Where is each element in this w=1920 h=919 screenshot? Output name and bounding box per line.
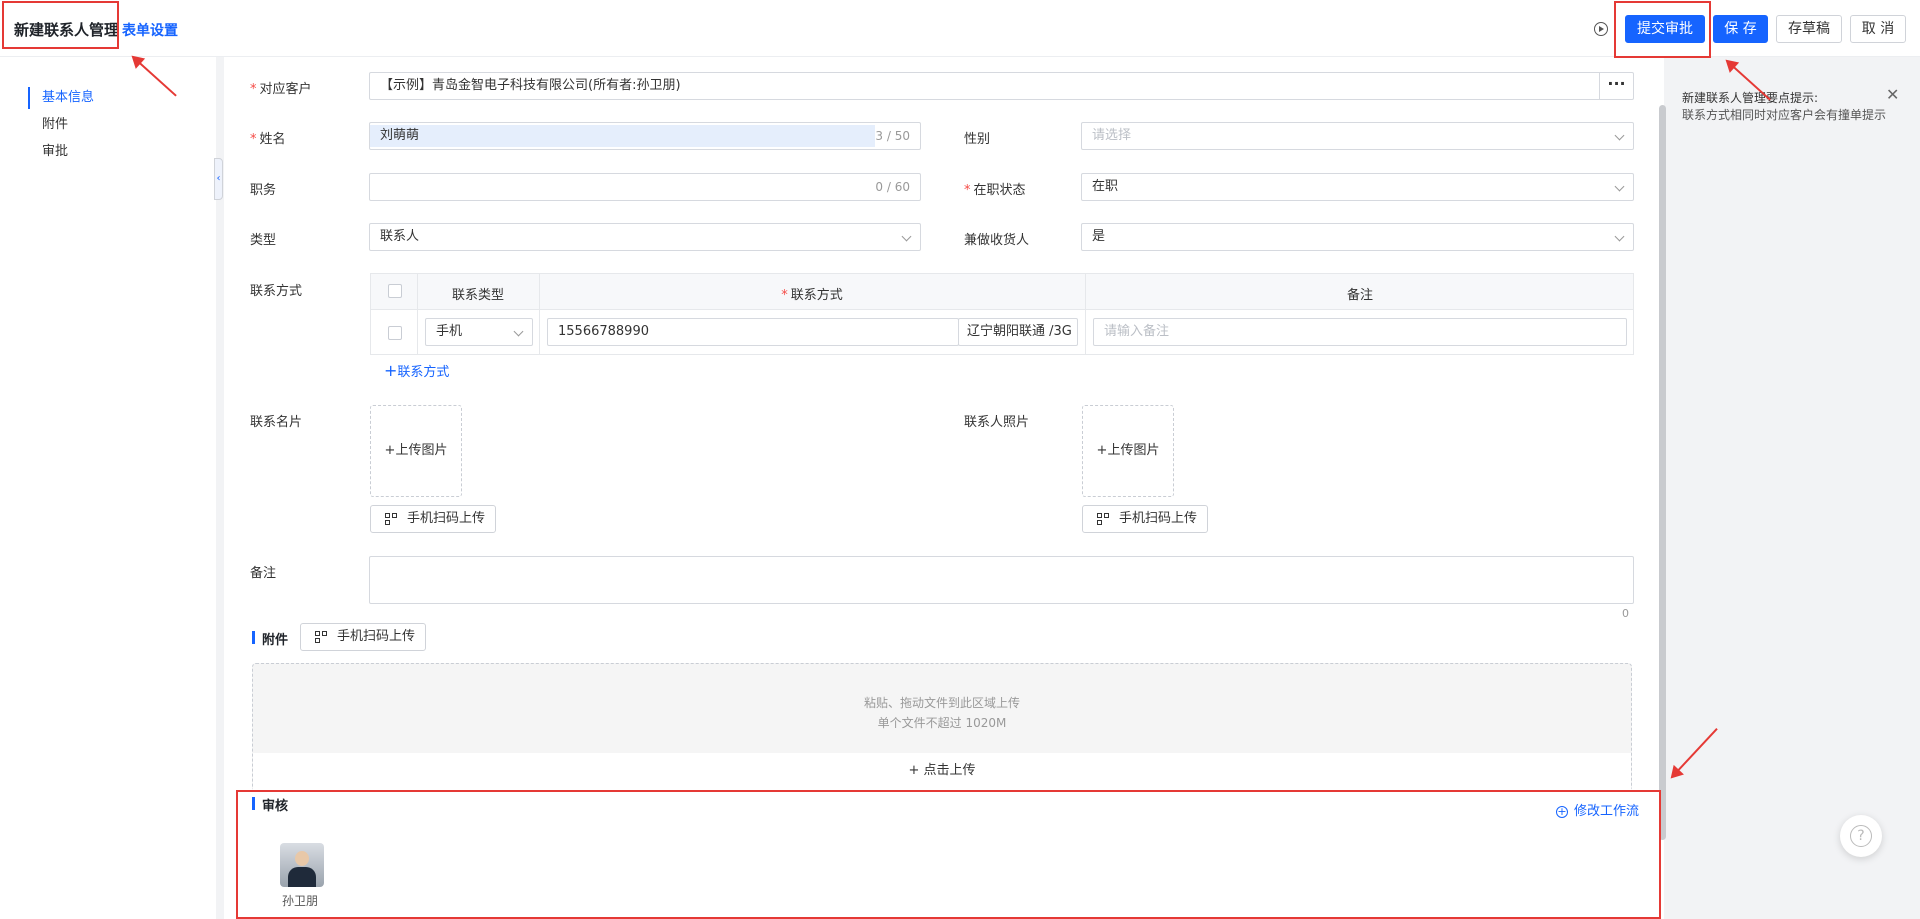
close-icon[interactable]: ✕ xyxy=(1886,85,1899,104)
drop-hint: 粘贴、拖动文件到此区域上传 xyxy=(863,696,1020,710)
select-all-checkbox[interactable] xyxy=(388,284,402,298)
contact-table: 联系类型 * 联系方式 备注 手机 15566788990 辽宁朝阳联通 /3G … xyxy=(370,273,1634,355)
more-icon[interactable]: ··· xyxy=(1599,73,1633,99)
table-header: 联系类型 * 联系方式 备注 xyxy=(371,274,1633,310)
business-card-upload[interactable]: +上传图片 xyxy=(370,405,462,497)
nav-item-approval[interactable]: 审批 xyxy=(28,141,68,163)
annotation-box-submit xyxy=(1614,1,1711,58)
help-button[interactable]: ? xyxy=(1840,815,1882,857)
file-drop-zone[interactable]: 粘贴、拖动文件到此区域上传 单个文件不超过 1020M + 点击上传 xyxy=(252,663,1632,791)
name-input[interactable]: 刘萌萌 3 / 50 xyxy=(369,122,921,150)
position-input[interactable]: 0 / 60 xyxy=(369,173,921,201)
employment-select[interactable]: 在职 xyxy=(1081,173,1634,201)
chevron-down-icon xyxy=(901,231,912,242)
contact-type-select[interactable]: 手机 xyxy=(425,318,533,346)
play-icon[interactable] xyxy=(1594,22,1608,36)
drop-limit: 单个文件不超过 1020M xyxy=(877,716,1007,730)
type-label: 类型 xyxy=(250,233,277,248)
qrcode-icon xyxy=(315,631,327,643)
qrcode-icon xyxy=(385,513,397,525)
main-scrollbar[interactable] xyxy=(1659,105,1666,840)
click-upload-button[interactable]: + 点击上传 xyxy=(253,753,1631,790)
gender-label: 性别 xyxy=(964,132,991,147)
cancel-button[interactable]: 取 消 xyxy=(1850,15,1906,43)
consignee-label: 兼做收货人 xyxy=(964,233,1030,248)
question-icon: ? xyxy=(1850,825,1872,847)
collapse-sidebar-handle[interactable]: ‹ xyxy=(214,158,223,200)
col-contact-type: 联系类型 xyxy=(451,288,504,303)
chevron-down-icon xyxy=(1614,130,1625,141)
business-card-label: 联系名片 xyxy=(250,415,303,430)
chevron-down-icon xyxy=(1614,181,1625,192)
qrcode-icon xyxy=(1097,513,1109,525)
col-contact-value: * 联系方式 xyxy=(781,288,843,303)
chevron-down-icon xyxy=(1614,231,1625,242)
photo-scan-button[interactable]: 手机扫码上传 xyxy=(1082,505,1208,533)
attachment-scan-button[interactable]: 手机扫码上传 xyxy=(300,623,426,651)
chevron-down-icon xyxy=(513,326,524,337)
tip-title: 新建联系人管理要点提示: xyxy=(1682,91,1819,105)
plus-icon: + xyxy=(384,361,398,380)
photo-label: 联系人照片 xyxy=(964,415,1030,430)
attachment-section-title: 附件 xyxy=(252,629,288,648)
section-nav: 基本信息 附件 审批 xyxy=(0,57,216,919)
remark-count: 0 xyxy=(1622,607,1629,620)
remark-textarea[interactable] xyxy=(369,556,1634,604)
tip-body: 联系方式相同时对应客户会有撞单提示 xyxy=(1682,108,1887,122)
gender-select[interactable]: 请选择 xyxy=(1081,122,1634,150)
remark-label: 备注 xyxy=(250,566,277,581)
save-draft-button[interactable]: 存草稿 xyxy=(1776,15,1842,43)
customer-label: * 对应客户 xyxy=(250,82,312,97)
annotation-box-approval xyxy=(236,790,1661,919)
nav-item-attachment[interactable]: 附件 xyxy=(28,114,68,136)
col-remark: 备注 xyxy=(1346,288,1373,303)
employment-label: * 在职状态 xyxy=(964,183,1026,198)
contact-label: 联系方式 xyxy=(250,284,303,299)
position-label: 职务 xyxy=(250,183,277,198)
name-label: * 姓名 xyxy=(250,132,286,147)
tip-panel: 新建联系人管理要点提示: 联系方式相同时对应客户会有撞单提示 ✕ ? xyxy=(1668,57,1920,919)
consignee-select[interactable]: 是 xyxy=(1081,223,1634,251)
type-select[interactable]: 联系人 xyxy=(369,223,921,251)
form-settings-link[interactable]: 表单设置 xyxy=(122,20,178,40)
annotation-box-title xyxy=(2,1,119,49)
save-button[interactable]: 保 存 xyxy=(1713,15,1768,43)
add-contact-button[interactable]: +联系方式 xyxy=(384,361,449,380)
phone-input[interactable]: 15566788990 xyxy=(547,318,959,346)
photo-upload[interactable]: +上传图片 xyxy=(1082,405,1174,497)
carrier-info: 辽宁朝阳联通 /3G xyxy=(958,318,1078,346)
nav-item-basic-info[interactable]: 基本信息 xyxy=(28,87,94,109)
row-checkbox[interactable] xyxy=(388,326,402,340)
customer-field[interactable]: 【示例】青岛金智电子科技有限公司(所有者:孙卫朋) ··· xyxy=(369,72,1634,100)
business-card-scan-button[interactable]: 手机扫码上传 xyxy=(370,505,496,533)
remark-input[interactable]: 请输入备注 xyxy=(1093,318,1627,346)
